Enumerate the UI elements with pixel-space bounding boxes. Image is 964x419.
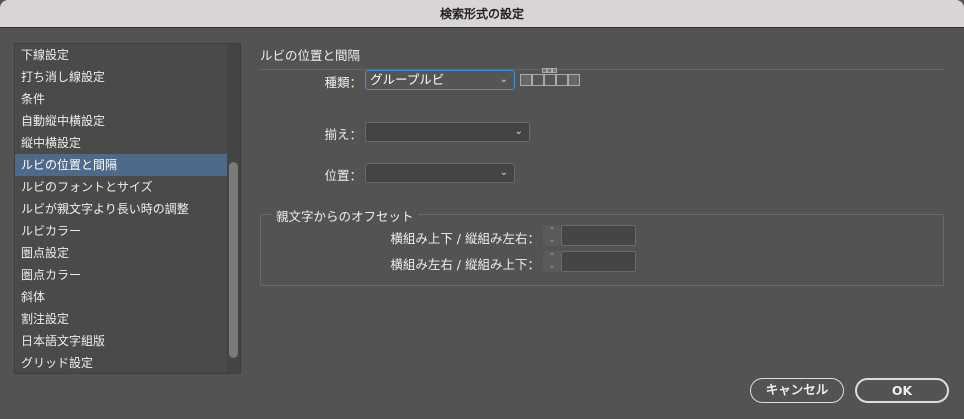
sidebar-item[interactable]: 縦中横設定: [15, 132, 227, 154]
type-select-value: グループルビ: [370, 72, 445, 87]
sidebar-item[interactable]: 条件: [15, 88, 227, 110]
sidebar-item[interactable]: ルビのフォントとサイズ: [15, 176, 227, 198]
chevron-down-icon: ⌄: [514, 126, 523, 137]
position-select[interactable]: ⌄: [365, 163, 515, 183]
cancel-button[interactable]: キャンセル: [750, 378, 844, 403]
offset-row2-input[interactable]: [561, 251, 636, 272]
ok-button[interactable]: OK: [855, 378, 949, 403]
sidebar-item[interactable]: 圏点カラー: [15, 264, 227, 286]
position-label: 位置：: [324, 168, 362, 183]
offset-legend: 親文字からのオフセット: [272, 206, 418, 225]
sidebar-item[interactable]: 自動縦中横設定: [15, 110, 227, 132]
sidebar-item[interactable]: 割注設定: [15, 308, 227, 330]
type-select[interactable]: グループルビ ⌄: [365, 70, 515, 90]
align-label: 揃え：: [324, 127, 362, 142]
offset-row1-label: 横組み上下 / 縦組み左右：: [390, 231, 540, 246]
sidebar-item[interactable]: 斜体: [15, 286, 227, 308]
sidebar-item[interactable]: ルビの位置と間隔: [15, 154, 227, 176]
sidebar-item[interactable]: 圏点設定: [15, 242, 227, 264]
chevron-down-icon: ⌄: [499, 167, 508, 178]
offset-row2-stepper[interactable]: ⌃ ⌄: [543, 251, 561, 272]
section-heading: ルビの位置と間隔: [260, 48, 361, 63]
offset-row1-stepper[interactable]: ⌃ ⌄: [543, 225, 561, 246]
category-list[interactable]: 下線設定 打ち消し線設定 条件 自動縦中横設定 縦中横設定 ルビの位置と間隔 ルビのフォント…: [14, 43, 241, 374]
offset-row2-label: 横組み左右 / 縦組み上下：: [390, 257, 540, 272]
align-select[interactable]: ⌄: [365, 122, 530, 142]
sidebar-item[interactable]: 打ち消し線設定: [15, 66, 227, 88]
sidebar-item[interactable]: 日本語文字組版: [15, 330, 227, 352]
ruby-type-preview-icon: [520, 68, 582, 90]
window-title: 検索形式の設定: [0, 0, 964, 28]
scrollbar[interactable]: [227, 44, 240, 373]
sidebar-item[interactable]: 下線設定: [15, 44, 227, 66]
sidebar-item[interactable]: グリッド設定: [15, 352, 227, 374]
sidebar-item[interactable]: ルビカラー: [15, 220, 227, 242]
type-label: 種類：: [324, 75, 362, 90]
sidebar-item[interactable]: ルビが親文字より長い時の調整: [15, 198, 227, 220]
offset-row1-input[interactable]: [561, 225, 636, 246]
chevron-down-icon: ⌄: [499, 74, 508, 85]
scrollbar-thumb[interactable]: [229, 162, 238, 358]
divider: [258, 69, 944, 70]
